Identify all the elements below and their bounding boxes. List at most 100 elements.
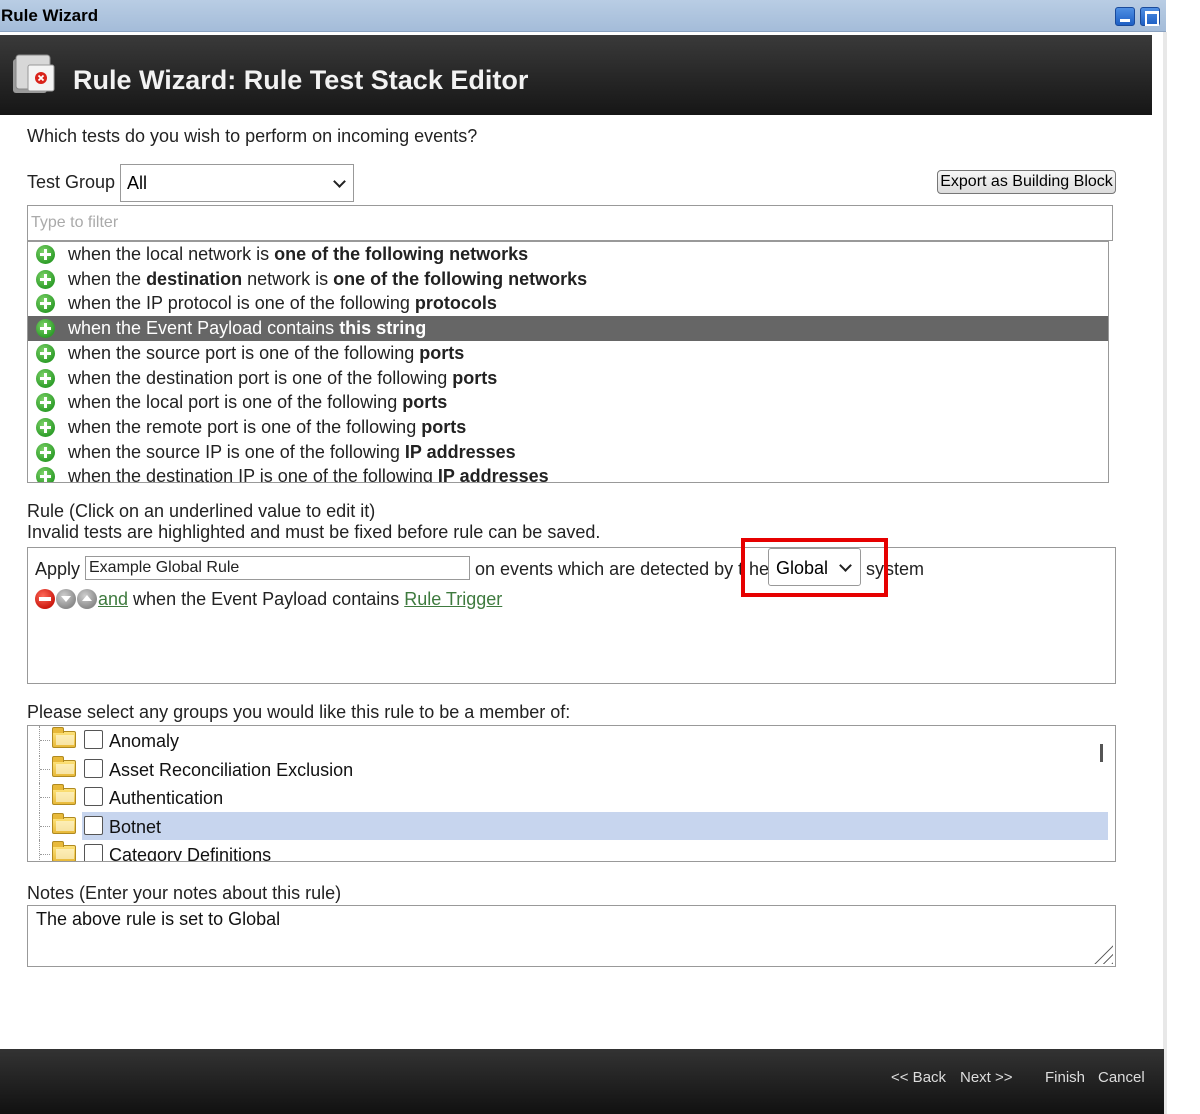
add-icon[interactable] xyxy=(36,442,55,462)
filter-input[interactable] xyxy=(29,207,1109,239)
test-keyword: protocols xyxy=(414,293,497,314)
page-title: Rule Wizard: Rule Test Stack Editor xyxy=(73,65,529,95)
add-icon[interactable] xyxy=(36,393,55,413)
condition-text: when the Event Payload contains xyxy=(128,589,405,609)
test-group-select[interactable]: All xyxy=(120,164,354,202)
notes-textarea[interactable]: The above rule is set to Global xyxy=(27,905,1116,967)
filter-box xyxy=(27,205,1113,241)
group-label: Botnet xyxy=(109,816,162,837)
test-list-item[interactable]: when the destination port is one of the … xyxy=(28,366,1108,391)
test-list-item[interactable]: when the source port is one of the follo… xyxy=(28,341,1108,366)
group-tree-item[interactable]: Authentication xyxy=(28,783,1110,812)
add-icon[interactable] xyxy=(36,368,55,388)
test-text: when the destination IP is one of the fo… xyxy=(68,466,438,483)
group-tree-item[interactable]: Anomaly xyxy=(28,726,1110,754)
test-keyword: this string xyxy=(339,318,427,339)
folder-icon xyxy=(52,841,76,861)
add-icon[interactable] xyxy=(36,245,55,264)
cancel-button[interactable]: Cancel xyxy=(1098,1069,1145,1086)
next-button[interactable]: Next >> xyxy=(960,1069,1013,1086)
group-tree-item[interactable]: Botnet xyxy=(28,811,1110,840)
tree-line xyxy=(40,740,50,741)
group-checkbox[interactable] xyxy=(84,815,103,835)
apply-label: Apply xyxy=(35,559,81,579)
system-text: stem xyxy=(885,559,925,579)
groups-tree: Anomaly Asset Reconciliation Exclusion Aut… xyxy=(27,725,1116,862)
test-list-item[interactable]: when the Event Payload contains this str… xyxy=(28,316,1108,342)
notes-value: The above rule is set to Global xyxy=(36,909,281,929)
test-text: when the destination port is one of the … xyxy=(68,367,453,388)
notes-heading: Notes (Enter your notes about this rule) xyxy=(27,883,342,903)
finish-button[interactable]: Finish xyxy=(1045,1069,1085,1086)
folder-icon xyxy=(52,784,76,806)
test-text: when the local port is one of the follow… xyxy=(68,392,403,413)
tree-line xyxy=(40,768,50,770)
test-text: when the IP protocol is one of the follo… xyxy=(68,293,415,314)
test-list-item-label: when the source port is one of the follo… xyxy=(68,343,464,364)
add-icon[interactable] xyxy=(36,343,55,363)
export-building-block-button[interactable]: Export as Building Block xyxy=(937,170,1116,194)
test-list-item[interactable]: when the source IP is one of the followi… xyxy=(28,440,1108,465)
test-keyword: ports xyxy=(452,367,498,388)
test-text: when the Event Payload contains xyxy=(68,318,340,339)
window-titlebar: Rule Wizard xyxy=(0,0,1166,32)
group-tree-item[interactable]: Category Definitions xyxy=(28,840,1110,861)
test-list-item-label: when the destination network is one of t… xyxy=(68,269,587,290)
test-group-label: Test Group xyxy=(27,172,116,192)
group-label: Authentication xyxy=(109,788,224,809)
test-list-item-label: when the destination IP is one of the fo… xyxy=(68,466,549,483)
test-list-item[interactable]: when the destination network is one of t… xyxy=(28,267,1108,292)
maximize-icon[interactable] xyxy=(1140,7,1160,26)
rule-heading: Rule (Click on an underlined value to ed… xyxy=(27,501,376,521)
group-checkbox[interactable] xyxy=(84,844,103,861)
remove-icon[interactable] xyxy=(35,589,55,609)
selection-highlight xyxy=(82,811,1108,840)
test-list-item[interactable]: when the remote port is one of the follo… xyxy=(28,415,1108,440)
add-icon[interactable] xyxy=(36,294,55,314)
groups-heading: Please select any groups you would like … xyxy=(27,702,571,722)
rule-trigger-link[interactable]: Rule Trigger xyxy=(404,589,502,609)
move-down-icon[interactable] xyxy=(56,589,76,609)
add-icon[interactable] xyxy=(36,417,55,437)
add-icon[interactable] xyxy=(36,467,55,482)
tree-line xyxy=(40,825,50,827)
test-keyword: one of the following networks xyxy=(274,244,529,264)
test-list-item[interactable]: when the IP protocol is one of the follo… xyxy=(28,291,1108,316)
test-keyword: ports xyxy=(402,392,448,413)
test-list-item-label: when the remote port is one of the follo… xyxy=(68,417,466,438)
question-text: Which tests do you wish to perform on in… xyxy=(27,126,478,146)
test-list-item-label: when the source IP is one of the followi… xyxy=(68,442,516,463)
group-checkbox[interactable] xyxy=(84,758,103,778)
minimize-icon[interactable] xyxy=(1115,7,1135,26)
group-checkbox[interactable] xyxy=(84,730,103,749)
group-checkbox[interactable] xyxy=(84,787,103,807)
invalid-tests-note: Invalid tests are highlighted and must b… xyxy=(27,522,601,542)
resize-grip-icon[interactable] xyxy=(1093,944,1113,964)
window-title: Rule Wizard xyxy=(1,6,99,25)
chevron-down-icon xyxy=(333,175,346,188)
rule-name-input[interactable]: Example Global Rule xyxy=(85,556,470,580)
add-icon[interactable] xyxy=(36,269,55,289)
tree-line xyxy=(40,797,50,799)
test-keyword: IP addresses xyxy=(437,466,549,483)
test-list-item[interactable]: when the local port is one of the follow… xyxy=(28,390,1108,415)
move-up-icon[interactable] xyxy=(77,589,97,609)
test-list-item-label: when the destination port is one of the … xyxy=(68,368,497,389)
test-list-item-label: when the local network is one of the fol… xyxy=(68,244,528,265)
and-link[interactable]: and xyxy=(98,589,128,609)
rule-condition: and when the Event Payload contains Rule… xyxy=(98,589,502,610)
detected-by-text: on events which are detected by t xyxy=(475,559,744,579)
test-group-value: All xyxy=(127,173,148,193)
test-text: when the remote port is one of the follo… xyxy=(68,416,422,437)
back-button[interactable]: << Back xyxy=(891,1069,946,1086)
test-list-item[interactable]: when the destination IP is one of the fo… xyxy=(28,464,1108,483)
test-text: when the source IP is one of the followi… xyxy=(68,441,405,462)
test-list-item[interactable]: when the local network is one of the fol… xyxy=(28,242,1108,267)
test-text: when the local network is xyxy=(68,244,275,264)
group-tree-item[interactable]: Asset Reconciliation Exclusion xyxy=(28,754,1110,783)
test-list-item-label: when the Event Payload contains this str… xyxy=(68,318,426,339)
window-right-border xyxy=(1163,32,1167,1114)
test-list: when the local network is one of the fol… xyxy=(27,241,1109,483)
add-icon[interactable] xyxy=(36,319,55,339)
group-label: Anomaly xyxy=(109,731,180,751)
